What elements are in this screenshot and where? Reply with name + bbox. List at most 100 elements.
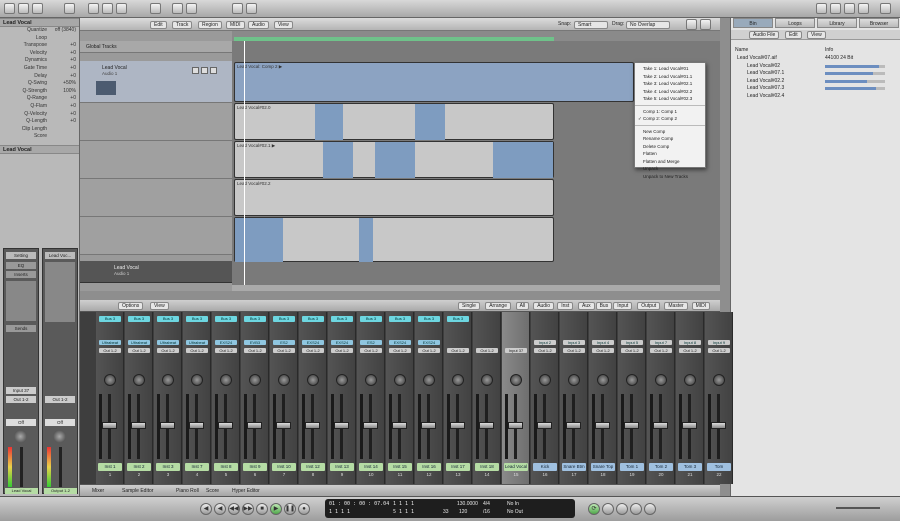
fader-cap[interactable]	[595, 422, 610, 429]
filter-output[interactable]: Output	[637, 302, 661, 310]
transport-display[interactable]: 01 : 00 : 00 : 07.04 1 1 1 1 1 1 1 1 5 1…	[325, 499, 575, 518]
play-icon[interactable]: ▶	[270, 503, 282, 515]
param-value[interactable]: +0	[70, 50, 76, 58]
take-lane-3[interactable]	[80, 179, 232, 217]
pan-knob[interactable]	[191, 374, 203, 386]
tab-library[interactable]: Library	[817, 18, 857, 28]
bin-file-row[interactable]: Lead Vocal#02.4	[731, 93, 900, 101]
instrument-slot[interactable]: Input 4	[592, 340, 614, 345]
automation-mode-right[interactable]: Off	[45, 419, 75, 426]
fader-cap[interactable]	[421, 422, 436, 429]
take-lane-4[interactable]	[80, 217, 232, 255]
rewind-icon[interactable]: ◀	[214, 503, 226, 515]
record-button[interactable]	[210, 67, 217, 74]
media-button[interactable]	[18, 3, 29, 14]
param-row[interactable]: Velocity +0	[0, 50, 79, 58]
bin-file-row[interactable]: Lead Vocal#02.2	[731, 78, 900, 86]
output-slot[interactable]: Out 1-2	[534, 348, 556, 353]
param-row[interactable]: Q-Swing +50%	[0, 80, 79, 88]
fader-cap[interactable]	[131, 422, 146, 429]
param-row[interactable]: Clip Length	[0, 126, 79, 134]
fader-cap[interactable]	[189, 422, 204, 429]
channel-strip[interactable]: Bus 3 EXS24 Out 1-2 Inst 12 8	[299, 312, 327, 484]
channel-strip[interactable]: Bus 3 ES2 Out 1-2 Inst 14 10	[357, 312, 385, 484]
param-row[interactable]: Q-Flam +0	[0, 103, 79, 111]
tab-loops[interactable]: Loops	[775, 18, 815, 28]
send-slot[interactable]: Bus 3	[244, 316, 266, 322]
instrument-slot[interactable]: Input 9	[708, 340, 730, 345]
pan-knob[interactable]	[539, 374, 551, 386]
instrument-slot[interactable]: Input 2	[534, 340, 556, 345]
toolbar-button-14[interactable]	[880, 3, 891, 14]
send-slot[interactable]: Bus 3	[447, 316, 469, 322]
pan-knob[interactable]	[626, 374, 638, 386]
insert-slots-right[interactable]	[45, 262, 75, 322]
filter-arrange[interactable]: Arrange	[485, 302, 511, 310]
toolbar-button-13[interactable]	[858, 3, 869, 14]
pan-knob[interactable]	[568, 374, 580, 386]
filter-input[interactable]: Input	[613, 302, 633, 310]
cycle-area[interactable]	[234, 37, 554, 41]
metronome-icon[interactable]	[644, 503, 656, 515]
send-slot[interactable]: Bus 3	[360, 316, 382, 322]
take-lane-2[interactable]	[80, 141, 232, 179]
channel-strip[interactable]: Bus 3 ES2 Out 1-2 Inst 10 7	[270, 312, 298, 484]
global-tracks-row[interactable]: Global Tracks	[80, 41, 232, 53]
instrument-slot[interactable]: EXS24	[215, 340, 237, 345]
pan-knob[interactable]	[104, 374, 116, 386]
volume-fader-right[interactable]	[59, 447, 62, 487]
sync-icon[interactable]	[630, 503, 642, 515]
menu-unpack[interactable]: Unpack	[635, 165, 705, 173]
send-slot[interactable]: Bus 3	[418, 316, 440, 322]
channel-strip[interactable]: Bus 3 Ultrabeat Out 1-2 Inst 74	[183, 312, 211, 484]
tab-mixer[interactable]: Mixer	[92, 488, 104, 494]
pan-knob[interactable]	[307, 374, 319, 386]
menu-audio[interactable]: Audio	[248, 21, 269, 29]
send-slot[interactable]: Bus 3	[331, 316, 353, 322]
channel-strip[interactable]: Input 9 Out 1-2 Tom 22	[705, 312, 733, 484]
param-row[interactable]: Gate Time +0	[0, 65, 79, 73]
filter-midi[interactable]: MIDI	[691, 302, 711, 310]
instrument-slot[interactable]: ES2	[360, 340, 382, 345]
toolbar-button-8[interactable]	[232, 3, 243, 14]
solo-button[interactable]	[201, 67, 208, 74]
menu-take-4[interactable]: Take 4: Lead Vocal#02.2	[635, 88, 705, 96]
toolbar-button-1[interactable]	[64, 3, 75, 14]
send-slot[interactable]: Bus 3	[128, 316, 150, 322]
track-lead-vocal[interactable]: Lead Vocal Audio 1	[80, 61, 232, 103]
param-value[interactable]: +0	[70, 42, 76, 50]
fader-cap[interactable]	[392, 422, 407, 429]
input-slot[interactable]: Input 37	[6, 387, 36, 394]
param-value[interactable]: +0	[70, 118, 76, 126]
menu-track[interactable]: Track	[172, 21, 193, 29]
menu-edit[interactable]: Edit	[150, 21, 167, 29]
channel-strip[interactable]: Out 1-2 Inst 18 14	[473, 312, 501, 484]
bin-file-row[interactable]: Lead Vocal#02	[731, 63, 900, 71]
pan-knob[interactable]	[713, 374, 725, 386]
output-slot[interactable]: Out 1-2	[563, 348, 585, 353]
output-slot[interactable]: Out 1-2	[708, 348, 730, 353]
volume-fader[interactable]	[20, 447, 23, 487]
menu-take-5[interactable]: Take 5: Lead Vocal#02.3	[635, 95, 705, 103]
param-row[interactable]: Q-Length +0	[0, 118, 79, 126]
output-slot[interactable]: Out 1-2	[476, 348, 498, 353]
pan-knob[interactable]	[452, 374, 464, 386]
channel-strip[interactable]: Input 37 Lead Vocal 15	[502, 312, 530, 484]
fader-cap[interactable]	[653, 422, 668, 429]
comp-region[interactable]: Lead Vocal: Comp 2 ▶	[234, 62, 634, 102]
master-volume-slider[interactable]	[836, 507, 880, 509]
send-slot[interactable]: Bus 3	[157, 316, 179, 322]
filter-aux[interactable]: Aux	[578, 302, 595, 310]
fader-cap[interactable]	[711, 422, 726, 429]
toolbar-button-5[interactable]	[150, 3, 161, 14]
filter-bus[interactable]: Bus	[595, 302, 613, 310]
param-value[interactable]: +0	[70, 65, 76, 73]
output-slot[interactable]: Out 1-2	[215, 348, 237, 353]
toolbar-button-2[interactable]	[88, 3, 99, 14]
mixer-options-menu[interactable]: Options	[118, 302, 144, 310]
param-value[interactable]: +0	[70, 103, 76, 111]
pan-knob-right[interactable]	[53, 430, 66, 443]
param-value[interactable]: +50%	[63, 80, 76, 88]
toolbar-button-11[interactable]	[830, 3, 841, 14]
stop-icon[interactable]: ■	[256, 503, 268, 515]
